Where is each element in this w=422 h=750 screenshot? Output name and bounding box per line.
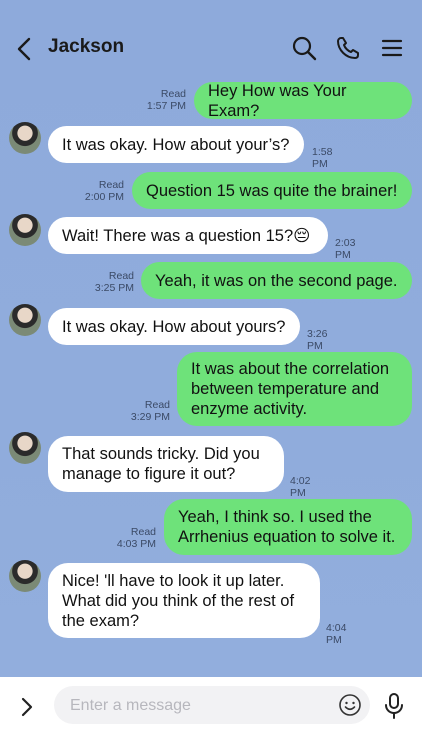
message-text: Yeah, I think so. I used the Arrhenius e… [178,508,396,546]
message-bubble[interactable]: It was okay. How about yours? [48,308,300,345]
chat-header: Jackson [0,0,422,90]
microphone-icon [385,693,403,719]
message-time: 1:58 PM [312,146,333,170]
search-icon [292,36,317,61]
message-input[interactable] [68,686,322,726]
message-time: 4:03 PM [116,538,156,550]
call-button[interactable] [334,34,362,62]
message-time: 2:00 PM [84,191,124,203]
message-text: Yeah, it was on the second page. [155,271,398,290]
expand-button[interactable] [14,694,40,720]
contact-avatar[interactable] [9,304,41,336]
message-bubble[interactable]: Nice! 'll have to look it up later. What… [48,563,320,638]
message-text: It was about the correlation between tem… [191,360,390,418]
menu-icon [381,39,403,57]
message-time: 4:04 PM [326,622,347,646]
message-text: It was okay. How about yours? [62,317,286,336]
message-bubble[interactable]: Hey How was Your Exam? [194,81,412,120]
contact-avatar[interactable] [9,560,41,592]
read-receipt: Read [108,270,134,282]
message-bubble[interactable]: Question 15 was quite the brainer! [132,172,412,209]
message-time: 3:29 PM [130,411,170,423]
message-text: Nice! 'll have to look it up later. What… [62,571,295,630]
message-time: 4:02 PM [290,475,311,499]
message-time: 3:26 PM [307,328,328,352]
message-text: Question 15 was quite the brainer! [146,181,398,200]
microphone-button[interactable] [382,692,406,720]
message-time: 1:57 PM [146,100,186,112]
read-receipt: Read [98,179,124,191]
emoji-button[interactable] [338,693,362,717]
search-button[interactable] [290,34,318,62]
message-bubble[interactable]: It was okay. How about your’s? [48,126,304,163]
contact-name: Jackson [48,36,125,57]
contact-avatar[interactable] [9,432,41,464]
contact-avatar[interactable] [9,214,41,246]
message-bubble[interactable]: Wait! There was a question 15?😔 [48,217,328,254]
message-text: Hey How was Your Exam? [208,81,347,120]
message-input-bar [0,677,422,750]
contact-avatar[interactable] [9,122,41,154]
read-receipt: Read [144,399,170,411]
menu-button[interactable] [378,34,406,62]
message-time: 3:25 PM [94,282,134,294]
read-receipt: Read [130,526,156,538]
emoji-icon [339,694,361,716]
message-text: That sounds tricky. Did you manage to fi… [62,445,260,483]
message-time: 2:03 PM [335,237,356,261]
expand-chevron-icon [21,697,33,717]
back-chevron-icon [17,37,31,61]
message-bubble[interactable]: Yeah, I think so. I used the Arrhenius e… [164,499,412,555]
back-button[interactable] [10,34,40,64]
message-text: It was okay. How about your’s? [62,135,290,154]
read-receipt: Read [160,88,186,100]
message-bubble[interactable]: It was about the correlation between tem… [177,352,412,426]
message-text: Wait! There was a question 15?😔 [62,226,311,245]
message-bubble[interactable]: Yeah, it was on the second page. [141,262,412,299]
message-bubble[interactable]: That sounds tricky. Did you manage to fi… [48,436,284,492]
phone-icon [337,37,359,59]
message-field [54,686,370,726]
